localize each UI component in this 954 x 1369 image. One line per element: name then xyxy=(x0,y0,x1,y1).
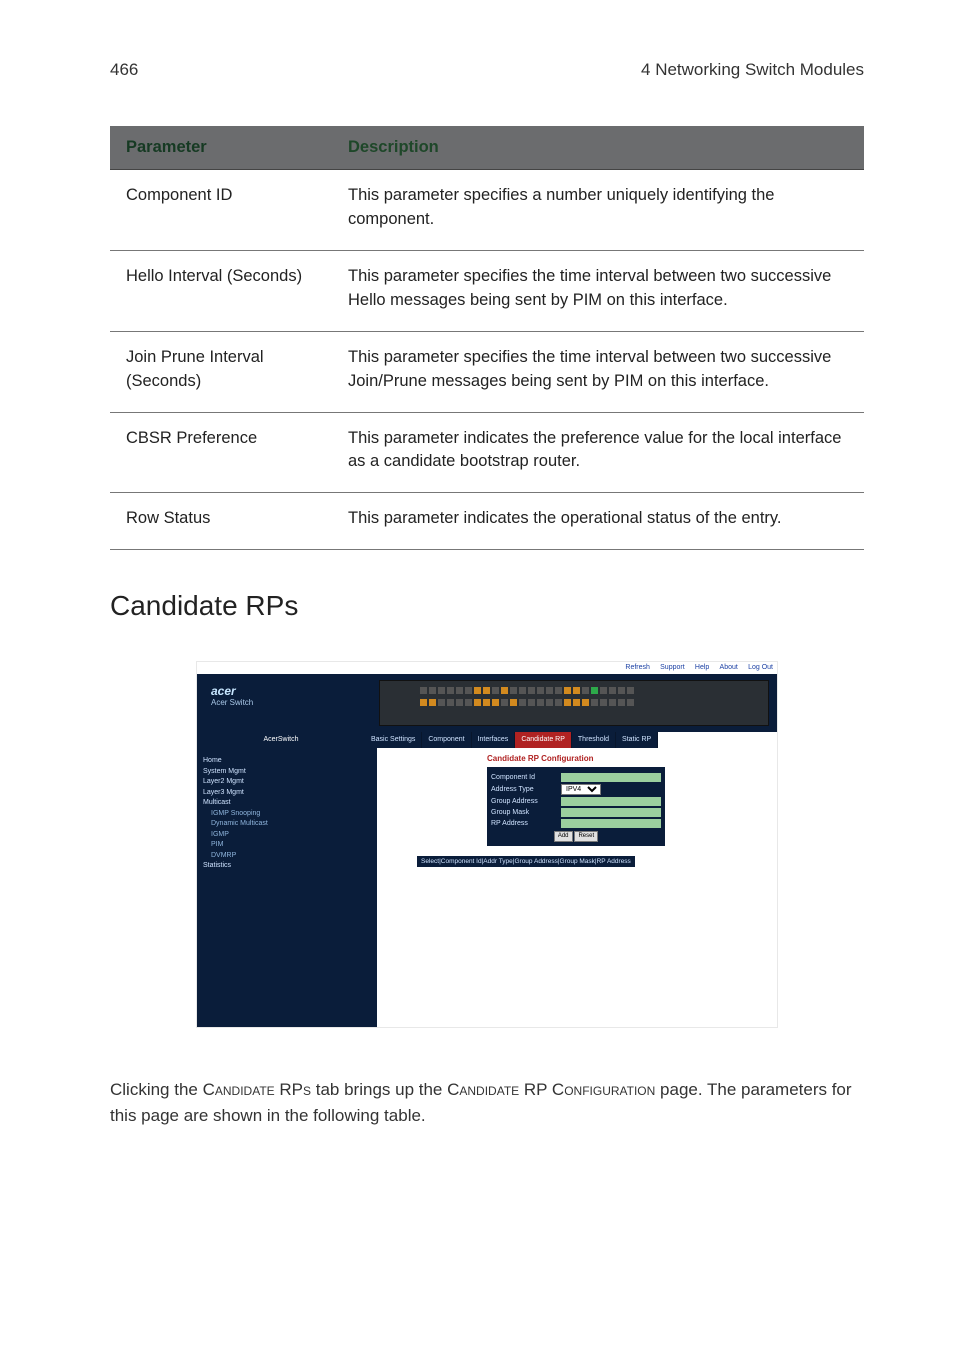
sidebar-title: AcerSwitch xyxy=(197,732,365,748)
desc-cell: This parameter specifies the time interv… xyxy=(332,250,864,331)
add-button[interactable]: Add xyxy=(554,831,573,842)
link-logout[interactable]: Log Out xyxy=(748,664,773,671)
label-group-address: Group Address xyxy=(491,798,557,805)
label-group-mask: Group Mask xyxy=(491,809,557,816)
form-title: Candidate RP Configuration xyxy=(487,754,777,763)
tab-threshold[interactable]: Threshold xyxy=(572,732,616,748)
page-number: 466 xyxy=(110,60,138,80)
page-header: 466 4 Networking Switch Modules xyxy=(110,60,864,80)
embedded-screenshot: Refresh Support Help About Log Out acer … xyxy=(197,662,777,1027)
table-row: Join Prune Interval (Seconds) This param… xyxy=(110,331,864,412)
link-refresh[interactable]: Refresh xyxy=(625,664,650,671)
input-component-id[interactable] xyxy=(561,773,661,782)
config-form: Component Id Address Type IPV4 Group Add… xyxy=(487,767,665,846)
desc-cell: This parameter indicates the preference … xyxy=(332,412,864,493)
smallcaps-text: Candidate RP Configuration xyxy=(447,1080,655,1099)
result-header-bar: Select|Component Id|Addr Type|Group Addr… xyxy=(417,856,635,867)
sidebar-statistics[interactable]: Statistics xyxy=(203,861,371,872)
sidebar-layer3-mgmt[interactable]: Layer3 Mgmt xyxy=(203,788,371,799)
reset-button[interactable]: Reset xyxy=(574,831,598,842)
sidebar-igmp[interactable]: IGMP xyxy=(203,830,371,841)
desc-cell: This parameter indicates the operational… xyxy=(332,493,864,550)
sidebar-dynamic-multicast[interactable]: Dynamic Multicast xyxy=(203,819,371,830)
brand-subtitle: Acer Switch xyxy=(211,698,379,707)
desc-cell: This parameter specifies a number unique… xyxy=(332,170,864,251)
label-component-id: Component Id xyxy=(491,774,557,781)
col-header-parameter: Parameter xyxy=(110,126,332,170)
input-group-address[interactable] xyxy=(561,797,661,806)
select-address-type[interactable]: IPV4 xyxy=(561,784,601,795)
input-group-mask[interactable] xyxy=(561,808,661,817)
tab-basic-settings[interactable]: Basic Settings xyxy=(365,732,422,748)
sidebar-igmp-snooping[interactable]: IGMP Snooping xyxy=(203,809,371,820)
link-support[interactable]: Support xyxy=(660,664,685,671)
sidebar-pim[interactable]: PIM xyxy=(203,840,371,851)
sidebar-system-mgmt[interactable]: System Mgmt xyxy=(203,767,371,778)
tab-static-rp[interactable]: Static RP xyxy=(616,732,658,748)
link-help[interactable]: Help xyxy=(695,664,709,671)
table-row: CBSR Preference This parameter indicates… xyxy=(110,412,864,493)
param-cell: Row Status xyxy=(110,493,332,550)
app-top-links: Refresh Support Help About Log Out xyxy=(197,662,777,674)
desc-cell: This parameter specifies the time interv… xyxy=(332,331,864,412)
tab-candidate-rp[interactable]: Candidate RP xyxy=(515,732,572,748)
port-panel xyxy=(379,680,769,726)
section-heading: Candidate RPs xyxy=(110,590,864,622)
brand-logo: acer xyxy=(211,684,379,698)
sidebar-layer2-mgmt[interactable]: Layer2 Mgmt xyxy=(203,777,371,788)
col-header-description: Description xyxy=(332,126,864,170)
main-panel: Candidate RP Configuration Component Id … xyxy=(377,748,777,1027)
param-cell: Component ID xyxy=(110,170,332,251)
table-row: Hello Interval (Seconds) This parameter … xyxy=(110,250,864,331)
link-about[interactable]: About xyxy=(720,664,738,671)
smallcaps-text: Candidate RPs xyxy=(203,1080,311,1099)
param-cell: Hello Interval (Seconds) xyxy=(110,250,332,331)
section-title: 4 Networking Switch Modules xyxy=(641,60,864,80)
label-rp-address: RP Address xyxy=(491,820,557,827)
table-row: Component ID This parameter specifies a … xyxy=(110,170,864,251)
sidebar: Home System Mgmt Layer2 Mgmt Layer3 Mgmt… xyxy=(197,748,377,1027)
sidebar-dvmrp[interactable]: DVMRP xyxy=(203,851,371,862)
tab-interfaces[interactable]: Interfaces xyxy=(472,732,516,748)
brand-area: acer Acer Switch xyxy=(197,674,379,732)
parameter-table: Parameter Description Component ID This … xyxy=(110,126,864,550)
tab-component[interactable]: Component xyxy=(422,732,471,748)
sidebar-multicast[interactable]: Multicast xyxy=(203,798,371,809)
table-row: Row Status This parameter indicates the … xyxy=(110,493,864,550)
param-cell: Join Prune Interval (Seconds) xyxy=(110,331,332,412)
input-rp-address[interactable] xyxy=(561,819,661,828)
param-cell: CBSR Preference xyxy=(110,412,332,493)
body-paragraph: Clicking the Candidate RPs tab brings up… xyxy=(110,1077,864,1128)
sidebar-home[interactable]: Home xyxy=(203,756,371,767)
label-address-type: Address Type xyxy=(491,786,557,793)
